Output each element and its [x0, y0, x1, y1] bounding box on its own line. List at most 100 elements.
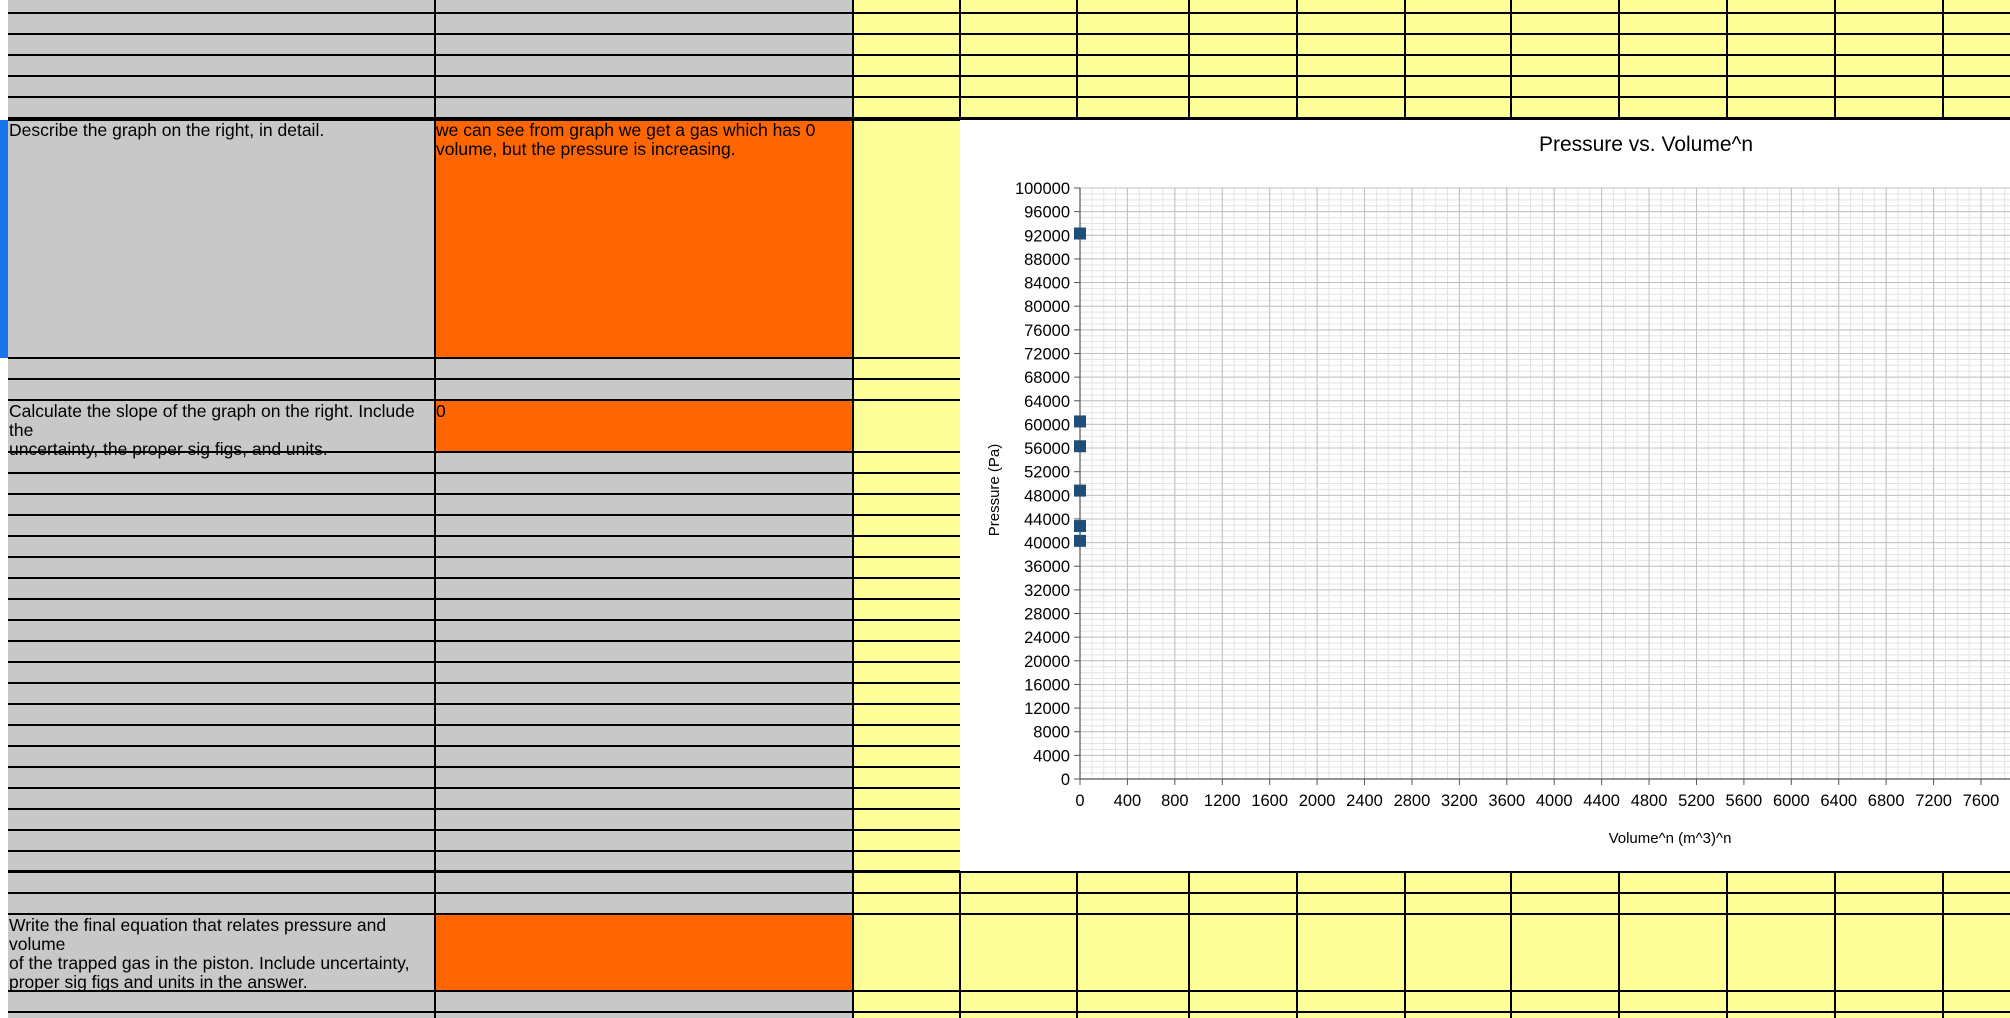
pressure-volume-chart[interactable]: 0 4000 8000 12000 16000 20000 24000 28000 32000 3…	[960, 120, 2010, 871]
row-line	[8, 640, 960, 642]
y-tick-label: 84000	[1024, 275, 1070, 293]
x-tick-label: 4800	[1631, 792, 1668, 810]
y-tick-label: 28000	[1024, 606, 1070, 624]
col-line	[1076, 0, 1078, 120]
col-line	[959, 871, 961, 1018]
x-tick-label: 2400	[1346, 792, 1383, 810]
x-tick-label: 2000	[1299, 792, 1336, 810]
y-tick-label: 24000	[1024, 629, 1070, 647]
row-line	[8, 378, 960, 380]
y-tick-label: 20000	[1024, 653, 1070, 671]
row-line	[8, 54, 2010, 56]
col-line	[1834, 0, 1836, 120]
y-tick-label: 60000	[1024, 416, 1070, 434]
y-tick-label: 68000	[1024, 369, 1070, 387]
row-line	[8, 472, 960, 474]
final-equation-label: Write the final equation that relates pr…	[9, 915, 410, 992]
x-tick-label: 1200	[1204, 792, 1241, 810]
y-tick-label: 48000	[1024, 487, 1070, 505]
x-tick-label: 5200	[1678, 792, 1715, 810]
x-tick-label: 4400	[1583, 792, 1620, 810]
x-tick-label: 400	[1114, 792, 1142, 810]
x-tick-label: 800	[1161, 792, 1189, 810]
col-line	[1076, 871, 1078, 1018]
col-line	[1618, 0, 1620, 120]
x-tick-label: 7200	[1915, 792, 1952, 810]
row-line	[8, 682, 960, 684]
row-selection-indicator	[0, 120, 8, 358]
y-tick-label: 80000	[1024, 298, 1070, 316]
col-line	[852, 0, 854, 1018]
x-tick-label: 2800	[1394, 792, 1431, 810]
y-tick-label: 64000	[1024, 393, 1070, 411]
row-line	[8, 787, 960, 789]
row-line	[8, 745, 960, 747]
y-tick-label: 16000	[1024, 676, 1070, 694]
col-line	[959, 0, 961, 120]
row-line	[8, 556, 960, 558]
row-line	[8, 850, 960, 852]
col-line	[1942, 0, 1944, 120]
x-tick-label: 7600	[1963, 792, 2000, 810]
x-tick-label: 6400	[1820, 792, 1857, 810]
y-axis-label: Pressure (Pa)	[986, 444, 1003, 537]
col-line	[1188, 871, 1190, 1018]
y-tick-label: 40000	[1024, 535, 1070, 553]
row-line	[8, 598, 960, 600]
data-point	[1074, 227, 1086, 240]
row-line	[8, 892, 2010, 894]
x-tick-label: 4000	[1536, 792, 1573, 810]
y-tick-label: 96000	[1024, 204, 1070, 222]
y-tick-label: 52000	[1024, 464, 1070, 482]
row-line	[8, 766, 960, 768]
col-line	[1510, 871, 1512, 1018]
y-tick-label: 92000	[1024, 227, 1070, 245]
y-tick-label: 72000	[1024, 345, 1070, 363]
row-line	[8, 535, 960, 537]
y-tick-label: 4000	[1033, 747, 1070, 765]
y-tick-label: 100000	[1015, 180, 1070, 198]
col-line	[1296, 0, 1298, 120]
row-line	[8, 577, 960, 579]
data-point	[1074, 520, 1086, 533]
describe-graph-answer-cell[interactable]: we can see from graph we get a gas which…	[436, 121, 851, 159]
x-tick-label: 1600	[1251, 792, 1288, 810]
row-line	[8, 829, 960, 831]
calculate-slope-answer-cell[interactable]: 0	[436, 402, 851, 421]
y-tick-label: 12000	[1024, 700, 1070, 718]
calculate-slope-label: Calculate the slope of the graph on the …	[9, 401, 415, 459]
data-point	[1074, 415, 1086, 428]
x-axis-label: Volume^n (m^3)^n	[1609, 830, 1732, 847]
col-line	[1404, 871, 1406, 1018]
row-line	[8, 33, 2010, 35]
col-line	[1404, 0, 1406, 120]
row-line	[8, 703, 960, 705]
y-tick-label: 0	[1061, 771, 1070, 789]
x-tick-label: 3200	[1441, 792, 1478, 810]
y-tick-label: 56000	[1024, 440, 1070, 458]
row-line	[8, 12, 2010, 14]
col-line	[1188, 0, 1190, 120]
col-line	[1834, 871, 1836, 1018]
col-line	[1726, 0, 1728, 120]
row-line	[8, 514, 960, 516]
row-line	[8, 724, 960, 726]
row-line	[8, 661, 960, 663]
x-tick-label: 6000	[1773, 792, 1810, 810]
spreadsheet-grid[interactable]: Describe the graph on the right, in deta…	[0, 0, 2010, 1018]
row-line	[8, 493, 960, 495]
row-line	[8, 96, 2010, 98]
x-tick-label: 5600	[1726, 792, 1763, 810]
describe-graph-label: Describe the graph on the right, in deta…	[9, 120, 325, 140]
answer-highlight-fill	[435, 914, 853, 991]
col-line	[1618, 871, 1620, 1018]
data-point	[1074, 440, 1086, 453]
chart-title: Pressure vs. Volume^n	[1539, 133, 1753, 156]
row-line	[8, 75, 2010, 77]
x-tick-label: 0	[1075, 792, 1084, 810]
data-point	[1074, 534, 1086, 547]
x-tick-label: 3600	[1488, 792, 1525, 810]
label-column-fill	[8, 0, 435, 1018]
col-line	[1726, 871, 1728, 1018]
row-line	[8, 619, 960, 621]
